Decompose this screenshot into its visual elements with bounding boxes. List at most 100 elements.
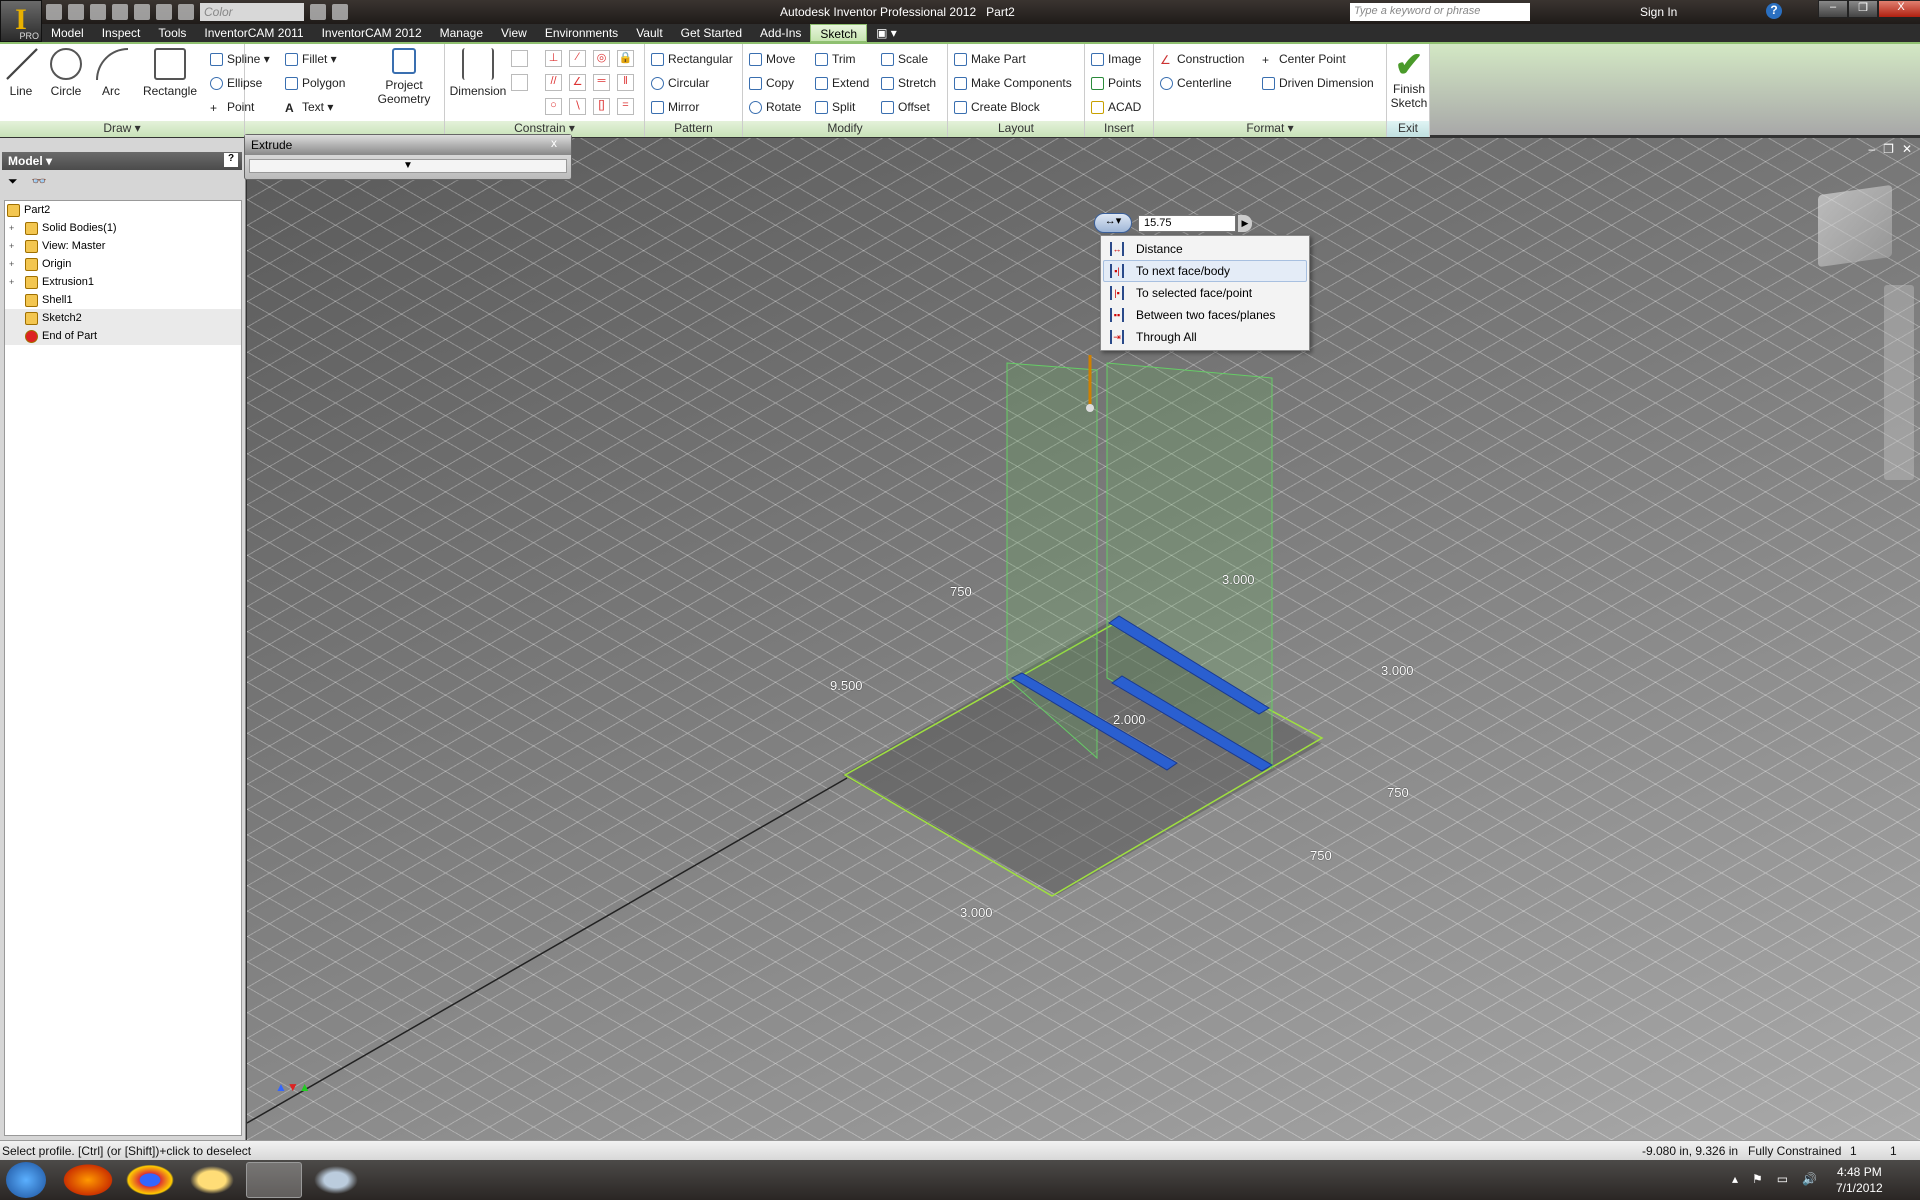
circle-button[interactable]: Circle xyxy=(48,48,84,98)
tab-model[interactable]: Model xyxy=(42,24,93,42)
tangent-constraint-icon[interactable]: ○ xyxy=(545,98,562,115)
driven-dimension-button[interactable]: Driven Dimension xyxy=(1262,76,1374,90)
rectangular-pattern-button[interactable]: Rectangular xyxy=(651,52,733,66)
extents-mode-dropdown[interactable]: ↔▾ xyxy=(1094,213,1132,233)
circular-pattern-button[interactable]: Circular xyxy=(651,76,709,90)
tab-environments[interactable]: Environments xyxy=(536,24,627,42)
browser-item[interactable]: Part2 xyxy=(5,201,241,219)
parallel-constraint-icon[interactable]: // xyxy=(545,74,562,91)
stretch-button[interactable]: Stretch xyxy=(881,76,936,90)
collinear-constraint-icon[interactable]: ⁄ xyxy=(569,50,586,67)
expand-toggle-icon[interactable]: + xyxy=(9,241,21,251)
firefox-taskbar-icon[interactable] xyxy=(60,1162,116,1198)
explorer-taskbar-icon[interactable] xyxy=(184,1162,240,1198)
polygon-button[interactable]: Polygon xyxy=(285,76,345,90)
expand-toggle-icon[interactable]: + xyxy=(9,223,21,233)
browser-item[interactable]: Sketch2 xyxy=(5,309,241,327)
dimension-label[interactable]: 9.500 xyxy=(830,678,863,693)
centerline-button[interactable]: Centerline xyxy=(1160,76,1232,90)
format-panel-label[interactable]: Format ▾ xyxy=(1154,121,1386,137)
rectangle-button[interactable]: Rectangle xyxy=(140,48,200,98)
browser-item[interactable]: + Solid Bodies(1) xyxy=(5,219,241,237)
arc-button[interactable]: Arc xyxy=(96,48,128,98)
draw-panel-label[interactable]: Draw ▾ xyxy=(0,121,244,137)
points-button[interactable]: Points xyxy=(1091,76,1141,90)
rotate-button[interactable]: Rotate xyxy=(749,100,801,114)
fillet-button[interactable]: Fillet ▾ xyxy=(285,52,337,66)
tab-view[interactable]: View xyxy=(492,24,536,42)
extents-option[interactable]: ⇥ Through All xyxy=(1103,326,1307,348)
line-button[interactable]: Line xyxy=(6,48,38,98)
dimension-label[interactable]: 750 xyxy=(1310,848,1332,863)
select-icon[interactable] xyxy=(178,4,194,20)
application-menu-button[interactable]: I PRO xyxy=(0,0,42,42)
browser-item[interactable]: Shell1 xyxy=(5,291,241,309)
create-block-button[interactable]: Create Block xyxy=(954,100,1040,114)
drag-handle[interactable] xyxy=(1086,404,1094,412)
tab-inventorcam-2012[interactable]: InventorCAM 2012 xyxy=(313,24,431,42)
measure-icon[interactable] xyxy=(332,4,348,20)
network-icon[interactable]: ▭ xyxy=(1777,1172,1788,1186)
auto-dimension-icon[interactable] xyxy=(511,50,528,67)
volume-icon[interactable]: 🔊 xyxy=(1802,1172,1817,1186)
new-icon[interactable] xyxy=(46,4,62,20)
concentric-constraint-icon[interactable]: ◎ xyxy=(593,50,610,67)
paint-taskbar-icon[interactable] xyxy=(308,1162,364,1198)
tab-manage[interactable]: Manage xyxy=(431,24,492,42)
browser-item[interactable]: + Extrusion1 xyxy=(5,273,241,291)
expand-toggle-icon[interactable]: + xyxy=(9,277,21,287)
extrude-expand-button[interactable]: ▼ xyxy=(249,159,567,173)
tab-tools[interactable]: Tools xyxy=(149,24,195,42)
acad-button[interactable]: ACAD xyxy=(1091,100,1141,114)
extend-button[interactable]: Extend xyxy=(815,76,869,90)
symmetric-constraint-icon[interactable]: [] xyxy=(593,98,610,115)
tab-inspect[interactable]: Inspect xyxy=(93,24,150,42)
viewcube[interactable] xyxy=(1818,184,1892,268)
open-icon[interactable] xyxy=(68,4,84,20)
save-icon[interactable] xyxy=(90,4,106,20)
finish-sketch-button[interactable]: ✔ Finish Sketch xyxy=(1389,48,1429,110)
vertical-constraint-icon[interactable]: ‖ xyxy=(617,74,634,91)
smooth-constraint-icon[interactable]: ∖ xyxy=(569,98,586,115)
viewport-minimize-button[interactable]: – xyxy=(1868,142,1875,156)
color-dropdown[interactable]: Color xyxy=(200,3,304,21)
copy-button[interactable]: Copy xyxy=(749,76,794,90)
minimize-button[interactable]: – xyxy=(1818,0,1848,18)
restore-button[interactable]: ❐ xyxy=(1848,0,1878,18)
inventor-taskbar-icon[interactable] xyxy=(246,1162,302,1198)
sign-in-button[interactable]: Sign In xyxy=(1640,5,1677,19)
browser-item[interactable]: End of Part xyxy=(5,327,241,345)
action-center-flag-icon[interactable]: ⚑ xyxy=(1752,1172,1763,1186)
tab-vault[interactable]: Vault xyxy=(627,24,671,42)
make-part-button[interactable]: Make Part xyxy=(954,52,1026,66)
distance-value-input[interactable]: 15.75 xyxy=(1138,215,1236,232)
extents-option[interactable]: |▪ To selected face/point xyxy=(1103,282,1307,304)
ribbon-options-icon[interactable]: ▣ ▾ xyxy=(867,24,906,42)
parameters-icon[interactable] xyxy=(310,4,326,20)
filter-icon[interactable]: ⏷ xyxy=(8,174,18,190)
update-icon[interactable] xyxy=(156,4,172,20)
perpendicular-constraint-icon[interactable]: ∠ xyxy=(569,74,586,91)
help-icon[interactable]: ? xyxy=(1766,3,1782,19)
chrome-taskbar-icon[interactable] xyxy=(122,1162,178,1198)
equal-constraint-icon[interactable]: = xyxy=(617,98,634,115)
tab-sketch[interactable]: Sketch xyxy=(810,24,868,42)
browser-header[interactable]: Model ▾? xyxy=(2,152,242,170)
extrude-dialog-title[interactable]: Extrude x xyxy=(245,135,571,155)
image-button[interactable]: Image xyxy=(1091,52,1141,66)
tab-get-started[interactable]: Get Started xyxy=(672,24,751,42)
graphics-viewport[interactable]: 750 3.000 9.500 2.000 3.000 750 750 3.00… xyxy=(247,138,1920,1140)
mirror-button[interactable]: Mirror xyxy=(651,100,699,114)
extents-option[interactable]: ▪▪ Between two faces/planes xyxy=(1103,304,1307,326)
project-geometry-button[interactable]: Project Geometry xyxy=(373,48,435,106)
clock[interactable]: 4:48 PM 7/1/2012 xyxy=(1836,1164,1883,1196)
trim-button[interactable]: Trim xyxy=(815,52,856,66)
extents-option[interactable]: ↔ Distance xyxy=(1103,238,1307,260)
show-constraints-icon[interactable] xyxy=(511,74,528,91)
start-button[interactable] xyxy=(6,1162,46,1198)
split-button[interactable]: Split xyxy=(815,100,855,114)
extents-option[interactable]: ▪| To next face/body xyxy=(1103,260,1307,282)
expand-toggle-icon[interactable]: + xyxy=(9,259,21,269)
horizontal-constraint-icon[interactable]: ═ xyxy=(593,74,610,91)
dimension-label[interactable]: 750 xyxy=(1387,785,1409,800)
